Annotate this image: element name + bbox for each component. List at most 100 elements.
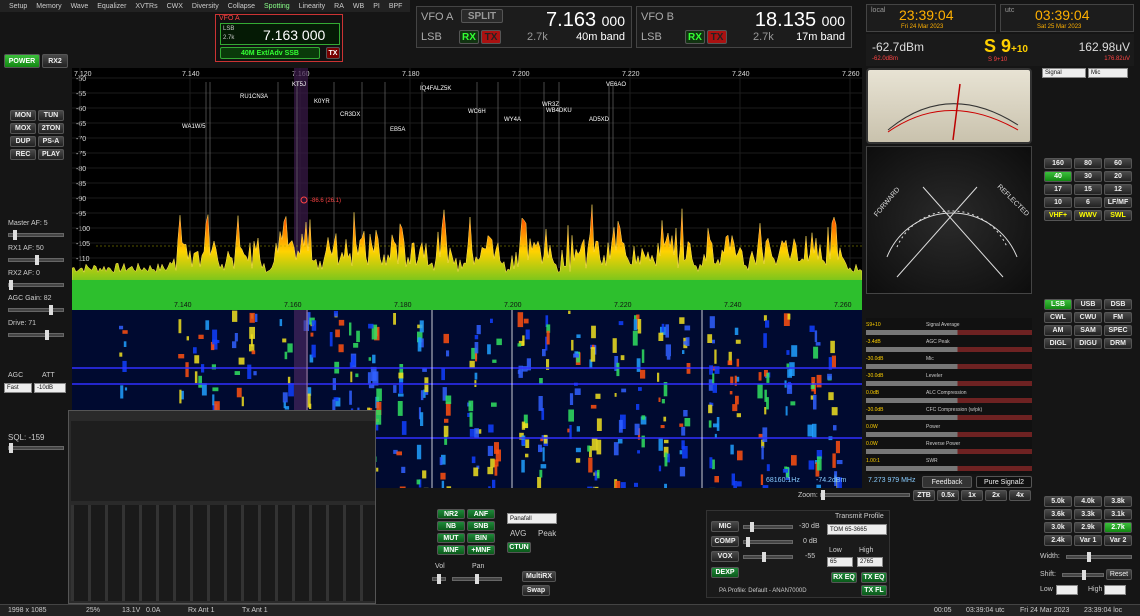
- band-btn-160[interactable]: 160: [1044, 158, 1072, 169]
- dsp-btn-mut[interactable]: MUT: [437, 533, 465, 543]
- spot-callsign[interactable]: AD5XD: [589, 117, 610, 123]
- rx2-af-slider[interactable]: [8, 280, 64, 290]
- vox-slider[interactable]: [743, 552, 793, 562]
- low-tx-input[interactable]: 65: [827, 557, 853, 567]
- filter-btn-2-4k[interactable]: 2.4k: [1044, 535, 1072, 546]
- comp-button[interactable]: COMP: [711, 536, 739, 547]
- ztb-button[interactable]: ZTB: [913, 490, 935, 501]
- meter-select-1[interactable]: Signal: [1042, 68, 1086, 78]
- menu-item-pi[interactable]: PI: [373, 3, 380, 10]
- left-btn-tun[interactable]: TUN: [38, 110, 64, 121]
- spot-callsign[interactable]: KT5J: [292, 82, 306, 88]
- mode-btn-sam[interactable]: SAM: [1074, 325, 1102, 336]
- band-btn-12[interactable]: 12: [1104, 184, 1132, 195]
- zoom-btn-2[interactable]: 2x: [985, 490, 1007, 501]
- menu-item-wb[interactable]: WB: [353, 3, 364, 10]
- mode-btn-digl[interactable]: DIGL: [1044, 338, 1072, 349]
- mode-btn-dsb[interactable]: DSB: [1104, 299, 1132, 310]
- left-btn-rec[interactable]: REC: [10, 149, 36, 160]
- filter-btn-4-0k[interactable]: 4.0k: [1074, 496, 1102, 507]
- swap-button[interactable]: Swap: [522, 585, 550, 596]
- left-btn-ps-a[interactable]: PS-A: [38, 136, 64, 147]
- agc-gain-slider[interactable]: [8, 305, 64, 315]
- vfo-a-rx-button[interactable]: RX: [459, 30, 479, 44]
- drive-slider[interactable]: [8, 330, 64, 340]
- menu-item-equalizer[interactable]: Equalizer: [97, 3, 126, 10]
- vfo-a-tx-button[interactable]: TX: [481, 30, 501, 44]
- mode-btn-fm[interactable]: FM: [1104, 312, 1132, 323]
- comp-slider[interactable]: [743, 537, 793, 547]
- menu-item-ra[interactable]: RA: [334, 3, 344, 10]
- att-select[interactable]: -10dB: [34, 383, 66, 393]
- pure-signal-tab[interactable]: Pure Signal2: [976, 476, 1032, 488]
- dsp-btn-bin[interactable]: BIN: [467, 533, 495, 543]
- menu-item-memory[interactable]: Memory: [36, 3, 61, 10]
- dexp-button[interactable]: DEXP: [711, 567, 739, 578]
- status-tx-ant[interactable]: Tx Ant 1: [242, 607, 268, 614]
- mode-btn-cwl[interactable]: CWL: [1044, 312, 1072, 323]
- band-btn-vhf+[interactable]: VHF+: [1044, 210, 1072, 221]
- mixer-faders[interactable]: [71, 505, 375, 601]
- filter-btn-3-1k[interactable]: 3.1k: [1104, 509, 1132, 520]
- mode-btn-lsb[interactable]: LSB: [1044, 299, 1072, 310]
- vol-slider[interactable]: [432, 574, 446, 584]
- panadapter[interactable]: -50 -55 -60 -65 -70 -75 -80 -85 -90 -95 -100 -105 -1…: [72, 68, 862, 298]
- spot-callsign[interactable]: RU1CN3A: [240, 94, 268, 100]
- ctun-button[interactable]: CTUN: [507, 542, 531, 553]
- sql-slider[interactable]: [8, 443, 64, 453]
- left-btn-mon[interactable]: MON: [10, 110, 36, 121]
- vfo-b-tx-button[interactable]: TX: [707, 30, 727, 44]
- left-btn-dup[interactable]: DUP: [10, 136, 36, 147]
- spot-callsign[interactable]: IQ4FALZ5K: [420, 86, 451, 92]
- menu-item-linearity[interactable]: Linearity: [299, 3, 325, 10]
- zoom-slider[interactable]: [820, 490, 910, 500]
- menu-item-bpf[interactable]: BPF: [389, 3, 403, 10]
- filter-btn-3-0k[interactable]: 3.0k: [1044, 522, 1072, 533]
- agc-select[interactable]: Fast: [4, 383, 32, 393]
- shift-slider[interactable]: [1062, 570, 1104, 580]
- filter-btn-3-6k[interactable]: 3.6k: [1044, 509, 1072, 520]
- band-btn-10[interactable]: 10: [1044, 197, 1072, 208]
- tx-fl-button[interactable]: TX FL: [861, 585, 887, 596]
- menu-item-xvtrs[interactable]: XVTRs: [135, 3, 157, 10]
- mic-button[interactable]: MIC: [711, 521, 739, 532]
- spot-callsign[interactable]: EB5A: [390, 127, 405, 133]
- mixer-window[interactable]: [68, 410, 376, 604]
- high-input[interactable]: [1104, 585, 1126, 595]
- avg-label[interactable]: AVG: [510, 529, 526, 538]
- left-btn-mox[interactable]: MOX: [10, 123, 36, 134]
- band-btn-40[interactable]: 40: [1044, 171, 1072, 182]
- rx-eq-button[interactable]: RX EQ: [831, 572, 857, 583]
- split-button[interactable]: SPLIT: [461, 9, 503, 23]
- vfo-a-mini[interactable]: VFO A LSB 2.7k 7.163 000 40M Ext/Adv SSB…: [215, 14, 343, 62]
- multirx-button[interactable]: MultiRX: [522, 571, 556, 582]
- high-tx-input[interactable]: 2765: [857, 557, 883, 567]
- master-af-slider[interactable]: [8, 230, 64, 240]
- rx2-button[interactable]: RX2: [42, 54, 68, 68]
- band-btn-17[interactable]: 17: [1044, 184, 1072, 195]
- band-plan-button[interactable]: 40M Ext/Adv SSB: [220, 47, 320, 59]
- feedback-tab[interactable]: Feedback: [922, 476, 972, 488]
- filter-btn-3-8k[interactable]: 3.8k: [1104, 496, 1132, 507]
- menu-item-setup[interactable]: Setup: [9, 3, 27, 10]
- band-btn-80[interactable]: 80: [1074, 158, 1102, 169]
- menu-item-wave[interactable]: Wave: [71, 3, 89, 10]
- filter-btn-var-1[interactable]: Var 1: [1074, 535, 1102, 546]
- spot-callsign[interactable]: K0YR: [314, 99, 330, 105]
- band-btn-wwv[interactable]: WWV: [1074, 210, 1102, 221]
- filter-btn-3-3k[interactable]: 3.3k: [1074, 509, 1102, 520]
- mode-btn-digu[interactable]: DIGU: [1074, 338, 1102, 349]
- spot-callsign[interactable]: WY4A: [504, 117, 521, 123]
- band-btn-20[interactable]: 20: [1104, 171, 1132, 182]
- pan-slider[interactable]: [452, 574, 502, 584]
- band-btn-30[interactable]: 30: [1074, 171, 1102, 182]
- dsp-btn-plus-mnf[interactable]: +MNF: [467, 545, 495, 555]
- band-btn-15[interactable]: 15: [1074, 184, 1102, 195]
- menu-item-collapse[interactable]: Collapse: [228, 3, 255, 10]
- mode-btn-usb[interactable]: USB: [1074, 299, 1102, 310]
- left-btn-play[interactable]: PLAY: [38, 149, 64, 160]
- zoom-btn-1[interactable]: 1x: [961, 490, 983, 501]
- vox-button[interactable]: VOX: [711, 551, 739, 562]
- band-btn-6[interactable]: 6: [1074, 197, 1102, 208]
- vfo-b-rx-button[interactable]: RX: [685, 30, 705, 44]
